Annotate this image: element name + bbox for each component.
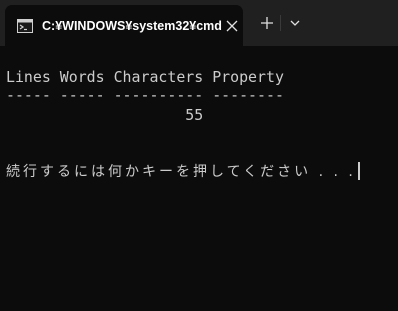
pause-prompt-text: 続行するには何かキーを押してください . . .	[6, 164, 356, 180]
terminal-window: C:¥WINDOWS¥system32¥cmd Lines Words Char…	[0, 0, 398, 311]
close-icon[interactable]	[225, 19, 239, 33]
tab-title: C:¥WINDOWS¥system32¥cmd	[42, 19, 222, 33]
pause-prompt: 続行するには何かキーを押してください . . .	[6, 162, 360, 181]
chevron-down-icon[interactable]	[288, 16, 302, 30]
output-header: Lines Words Characters Property	[6, 68, 284, 86]
text-cursor	[357, 162, 360, 180]
console-output[interactable]: Lines Words Characters Property ----- --…	[6, 46, 396, 311]
cmd-icon	[17, 19, 33, 33]
titlebar-divider	[280, 15, 281, 31]
output-value: 55	[6, 106, 204, 124]
plus-icon[interactable]	[258, 14, 276, 32]
output-underline: ----- ----- ---------- --------	[6, 86, 284, 104]
title-bar: C:¥WINDOWS¥system32¥cmd	[0, 0, 398, 46]
tab-cmd[interactable]: C:¥WINDOWS¥system32¥cmd	[5, 5, 243, 46]
